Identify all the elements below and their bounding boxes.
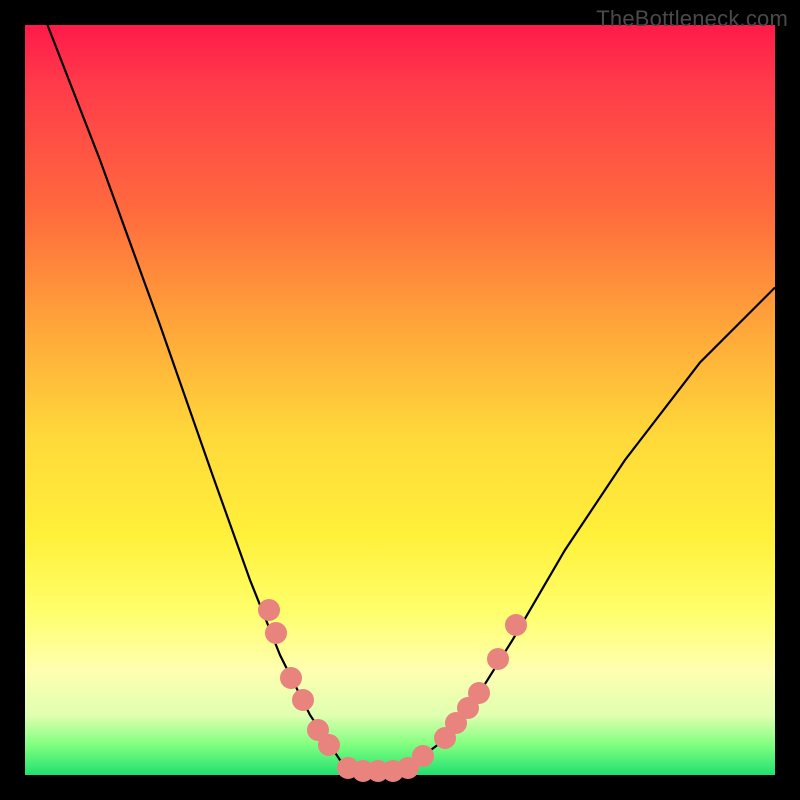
data-marker xyxy=(292,689,314,711)
data-marker xyxy=(412,745,434,767)
bottleneck-curve xyxy=(48,25,776,771)
data-marker xyxy=(318,734,340,756)
data-marker xyxy=(280,667,302,689)
curve-svg xyxy=(25,25,775,775)
data-marker xyxy=(468,682,490,704)
data-marker xyxy=(258,599,280,621)
data-marker xyxy=(505,614,527,636)
watermark-text: TheBottleneck.com xyxy=(596,6,788,32)
data-marker xyxy=(265,622,287,644)
plot-area xyxy=(25,25,775,775)
data-marker xyxy=(487,648,509,670)
